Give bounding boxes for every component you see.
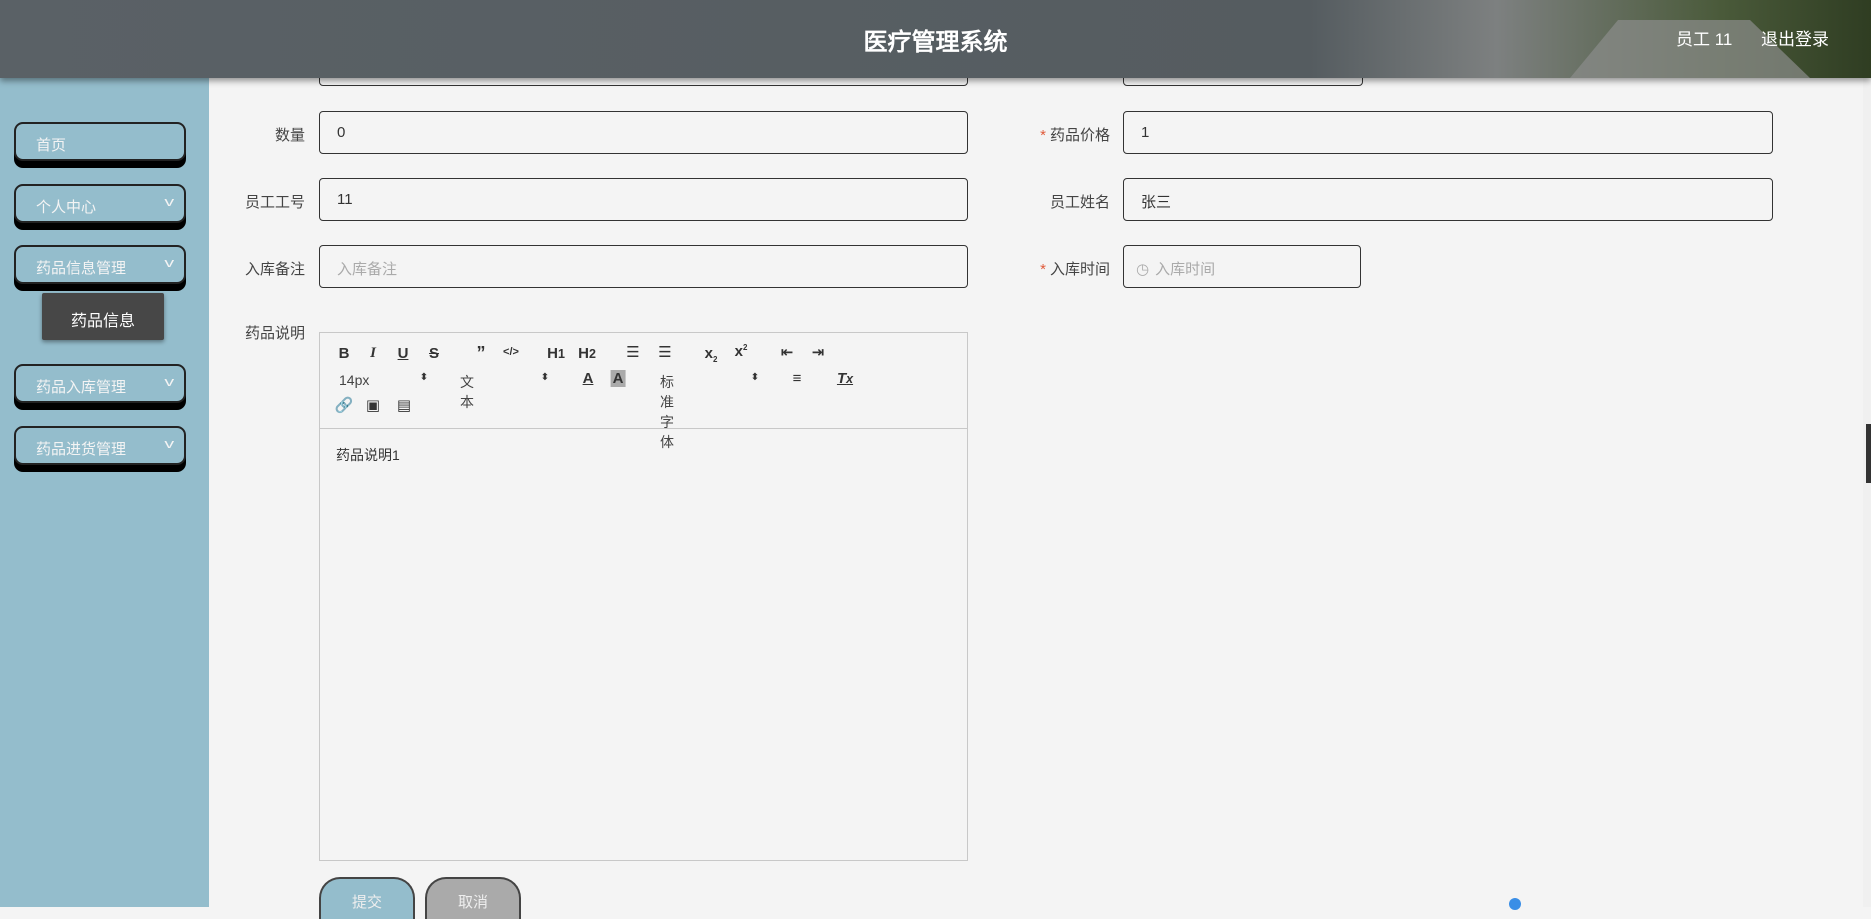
time-label: * 入库时间	[1040, 261, 1110, 278]
app-title: 医疗管理系统	[863, 29, 1008, 56]
indent-icon[interactable]: ⇥	[812, 343, 825, 361]
description-label: 药品说明	[244, 325, 305, 342]
heading-select[interactable]: 文本	[460, 372, 474, 412]
chevron-down-icon: v	[163, 436, 174, 451]
staff-name-label: 员工姓名	[1049, 194, 1110, 211]
remark-label: 入库备注	[244, 261, 305, 278]
staff-name-input[interactable]: 张三	[1123, 178, 1773, 221]
select-arrows-icon: ⬍	[540, 372, 550, 383]
select-arrows-icon: ⬍	[419, 372, 429, 383]
sidebar-item-label: 首页	[36, 137, 67, 154]
sidebar-item-label: 药品入库管理	[36, 379, 127, 396]
bullet-list-icon[interactable]: ☰	[658, 343, 671, 361]
h2-icon[interactable]: H2	[578, 345, 596, 362]
sidebar-item-profile[interactable]: 个人中心 v	[14, 184, 186, 223]
editor-toolbar	[320, 333, 967, 429]
subscript-icon[interactable]: x2	[705, 345, 718, 364]
sidebar-item-drug-info-mgmt[interactable]: 药品信息管理 v	[14, 245, 186, 284]
quantity-label: 数量	[274, 127, 305, 144]
image-icon[interactable]: ▣	[366, 396, 380, 414]
scrollbar[interactable]	[1863, 78, 1871, 907]
background-color-icon[interactable]: A	[610, 370, 626, 387]
italic-icon[interactable]: I	[370, 345, 376, 362]
video-icon[interactable]: ▤	[397, 396, 411, 414]
font-size-select[interactable]: 14px	[339, 372, 369, 388]
blockquote-icon[interactable]: ”	[477, 343, 486, 364]
quantity-input[interactable]: 0	[319, 111, 968, 154]
user-name[interactable]: 员工 11	[1676, 25, 1732, 50]
code-icon[interactable]: </>	[503, 346, 519, 358]
floating-dot	[1509, 898, 1521, 910]
select-arrows-icon: ⬍	[750, 372, 760, 383]
chevron-down-icon: v	[163, 194, 174, 209]
font-family-select[interactable]: 标准字体	[660, 372, 674, 452]
staff-id-input[interactable]: 11	[319, 178, 968, 221]
editor-content[interactable]: 药品说明1	[336, 445, 400, 465]
logout-link[interactable]: 退出登录	[1761, 25, 1829, 50]
header: 医疗管理系统 员工 11 退出登录	[0, 0, 1871, 78]
chevron-down-icon: v	[163, 255, 174, 270]
outdent-icon[interactable]: ⇤	[781, 343, 794, 361]
sidebar-item-label: 个人中心	[36, 199, 97, 216]
clock-icon: ◷	[1136, 261, 1150, 278]
price-label: * 药品价格	[1040, 127, 1110, 144]
cancel-button[interactable]: 取消	[425, 877, 521, 919]
staff-id-label: 员工工号	[244, 194, 305, 211]
chevron-down-icon: v	[163, 374, 174, 389]
underline-icon[interactable]: U	[398, 345, 409, 362]
h1-icon[interactable]: H1	[547, 345, 565, 362]
sidebar-item-purchase-mgmt[interactable]: 药品进货管理 v	[14, 426, 186, 465]
link-icon[interactable]: 🔗	[335, 396, 354, 414]
submit-button[interactable]: 提交	[319, 877, 415, 919]
strikethrough-icon[interactable]: S	[429, 345, 439, 362]
sidebar-item-home[interactable]: 首页	[14, 122, 186, 161]
rich-text-editor: 药品说明1	[319, 332, 968, 861]
sidebar-item-label: 药品信息管理	[36, 260, 127, 277]
sidebar-item-label: 药品进货管理	[36, 441, 127, 458]
remark-input[interactable]: 入库备注	[319, 245, 968, 288]
time-picker[interactable]: ◷ 入库时间	[1123, 245, 1361, 288]
sidebar-item-stock-in-mgmt[interactable]: 药品入库管理 v	[14, 364, 186, 403]
superscript-icon[interactable]: x2	[735, 343, 748, 360]
font-color-icon[interactable]: A	[583, 370, 594, 387]
clear-format-icon[interactable]: Tx	[837, 370, 853, 387]
scrollbar-thumb[interactable]	[1866, 424, 1871, 483]
align-icon[interactable]: ≡	[793, 370, 802, 387]
sidebar-subitem-drug-info[interactable]: 药品信息	[42, 293, 164, 340]
ordered-list-icon[interactable]: ☰	[626, 343, 639, 361]
price-input[interactable]: 1	[1123, 111, 1773, 154]
bold-icon[interactable]: B	[339, 345, 350, 362]
